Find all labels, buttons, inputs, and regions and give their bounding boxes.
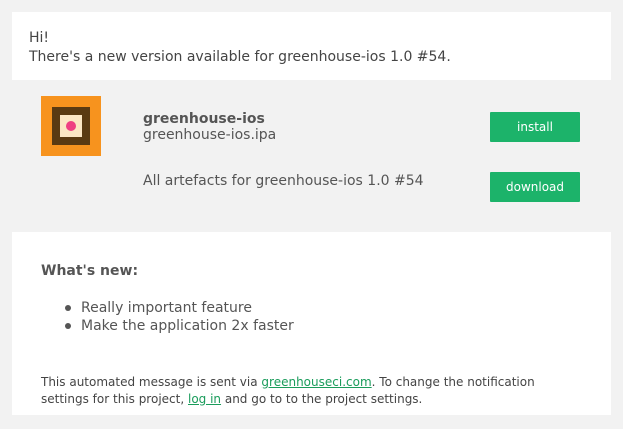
list-item: Really important feature bbox=[62, 299, 294, 317]
greeting-card: Hi! There's a new version available for … bbox=[12, 12, 611, 80]
artefacts-text: All artefacts for greenhouse-ios 1.0 #54 bbox=[143, 173, 424, 189]
bullet-icon bbox=[65, 323, 71, 329]
greeting-hi: Hi! bbox=[29, 30, 50, 46]
list-item-text: Make the application 2x faster bbox=[81, 318, 294, 334]
greenhouseci-link[interactable]: greenhouseci.com bbox=[261, 375, 371, 389]
whats-new-card: What's new: Really important feature Mak… bbox=[12, 232, 611, 415]
install-button[interactable]: install bbox=[490, 112, 580, 142]
whats-new-title: What's new: bbox=[41, 263, 139, 279]
download-button[interactable]: download bbox=[490, 172, 580, 202]
app-file-name: greenhouse-ios.ipa bbox=[143, 127, 277, 143]
greeting-message: There's a new version available for gree… bbox=[29, 49, 451, 65]
greenhouse-app-icon bbox=[41, 96, 101, 156]
whats-new-list: Really important feature Make the applic… bbox=[62, 299, 294, 335]
list-item: Make the application 2x faster bbox=[62, 317, 294, 335]
log-in-link[interactable]: log in bbox=[188, 392, 221, 406]
list-item-text: Really important feature bbox=[81, 300, 252, 316]
footer-message: This automated message is sent via green… bbox=[41, 375, 535, 406]
bullet-icon bbox=[65, 305, 71, 311]
release-section: greenhouse-ios greenhouse-ios.ipa instal… bbox=[12, 80, 611, 232]
